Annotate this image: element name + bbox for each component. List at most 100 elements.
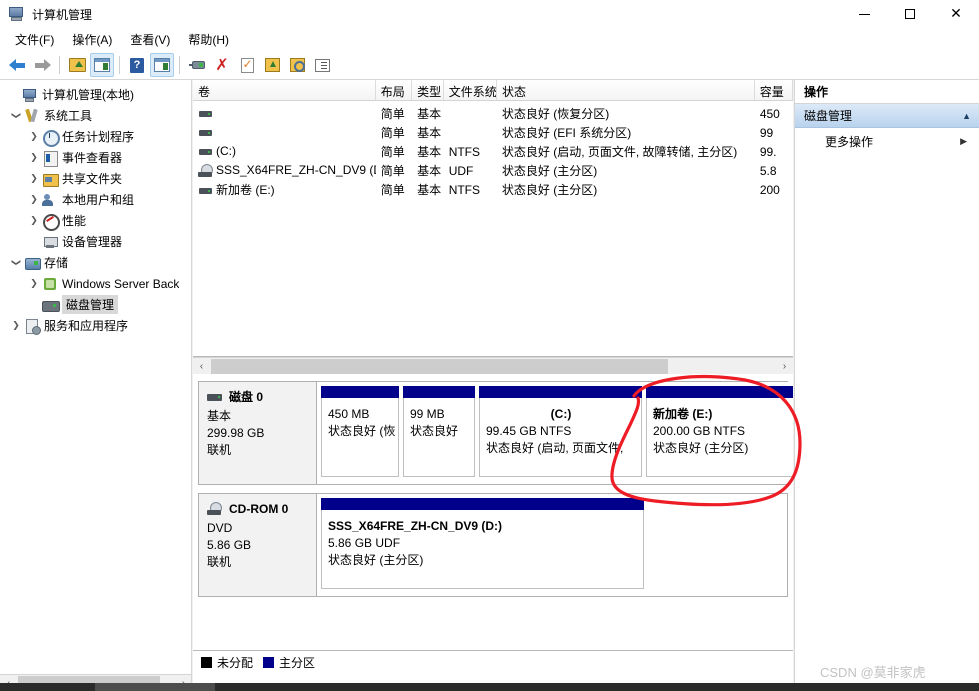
chevron-right-icon[interactable] xyxy=(26,215,42,226)
disk-row[interactable]: CD-ROM 0 DVD 5.86 GB 联机 SSS_X64FRE_ZH-CN… xyxy=(198,493,788,597)
partition-name: 新加卷 (E:) xyxy=(653,407,713,421)
connect-to-computer-icon[interactable] xyxy=(185,53,209,77)
chevron-down-icon[interactable] xyxy=(8,110,24,121)
cell-capacity: 450 xyxy=(759,106,780,121)
table-row[interactable]: SSS_X64FRE_ZH-CN_DV9 (D:) 简单 基本 UDF 状态良好… xyxy=(193,161,793,180)
scroll-track[interactable] xyxy=(210,358,776,374)
console-tree-panel: 计算机管理(本地) 系统工具 任务计划程序 事件查看器 xyxy=(0,80,192,691)
menu-help[interactable]: 帮助(H) xyxy=(179,28,238,51)
delete-icon[interactable]: ✗ xyxy=(210,53,234,77)
show-action-pane-icon[interactable] xyxy=(150,53,174,77)
disk-row[interactable]: 磁盘 0 基本 299.98 GB 联机 450 MB 状态良好 (恢 99 M… xyxy=(198,381,793,485)
menu-action[interactable]: 操作(A) xyxy=(63,28,121,51)
computer-management-icon xyxy=(9,6,25,22)
action-more-actions[interactable]: 更多操作 ▶ xyxy=(795,128,979,154)
tree-item-label: Windows Server Back xyxy=(62,276,180,291)
tree-item-task-scheduler[interactable]: 任务计划程序 xyxy=(0,126,191,147)
export-list-icon[interactable] xyxy=(260,53,284,77)
close-button[interactable]: ✕ xyxy=(933,0,979,28)
tree-item-services-applications[interactable]: 服务和应用程序 xyxy=(0,315,191,336)
partition-block[interactable]: (C:) 99.45 GB NTFS 状态良好 (启动, 页面文件, xyxy=(479,386,642,477)
partition-block-e-drive[interactable]: 新加卷 (E:) 200.00 GB NTFS 状态良好 (主分区) xyxy=(646,386,793,477)
table-row[interactable]: 简单 基本 状态良好 (EFI 系统分区) 99 xyxy=(193,123,793,142)
scroll-thumb[interactable] xyxy=(211,358,668,374)
chevron-right-icon[interactable] xyxy=(8,320,24,331)
column-header-filesystem[interactable]: 文件系统 xyxy=(443,80,497,100)
disk-title: CD-ROM 0 xyxy=(207,501,308,518)
tree-item-device-manager[interactable]: 设备管理器 xyxy=(0,231,191,252)
cell-status: 状态良好 (主分区) xyxy=(501,183,598,197)
tree-item-performance[interactable]: 性能 xyxy=(0,210,191,231)
cell-volume: (C:) xyxy=(216,144,236,159)
column-header-layout[interactable]: 布局 xyxy=(375,80,413,100)
chevron-up-icon[interactable]: ▲ xyxy=(962,111,971,121)
column-header-status[interactable]: 状态 xyxy=(496,80,755,100)
legend-swatch xyxy=(263,657,275,668)
partition-name: (C:) xyxy=(550,407,572,421)
menu-view[interactable]: 查看(V) xyxy=(121,28,179,51)
chevron-right-icon[interactable] xyxy=(26,278,42,289)
cell-layout: 简单 xyxy=(380,183,405,197)
chevron-down-icon[interactable] xyxy=(8,257,24,268)
action-label: 更多操作 xyxy=(825,134,874,149)
tree-item-computer-management[interactable]: 计算机管理(本地) xyxy=(0,84,191,105)
help-icon[interactable]: ? xyxy=(125,53,149,77)
chevron-right-icon[interactable] xyxy=(26,152,42,163)
computer-management-window: 计算机管理 ✕ 文件(F) 操作(A) 查看(V) 帮助(H) ? ✗ ✓ 计算… xyxy=(0,0,979,691)
table-row[interactable]: (C:) 简单 基本 NTFS 状态良好 (启动, 页面文件, 故障转储, 主分… xyxy=(193,142,793,161)
tree-item-local-users-groups[interactable]: 本地用户和组 xyxy=(0,189,191,210)
tree-item-disk-management[interactable]: 磁盘管理 xyxy=(0,294,191,315)
list-view-icon[interactable] xyxy=(310,53,334,77)
cell-status: 状态良好 (EFI 系统分区) xyxy=(501,126,632,140)
disk-info: CD-ROM 0 DVD 5.86 GB 联机 xyxy=(199,494,317,596)
show-hide-console-tree-icon[interactable] xyxy=(90,53,114,77)
volume-list-horizontal-scrollbar[interactable]: ‹ › xyxy=(193,357,793,374)
hdd-icon xyxy=(198,126,214,140)
disk-partitions: SSS_X64FRE_ZH-CN_DV9 (D:) 5.86 GB UDF 状态… xyxy=(317,494,787,596)
chevron-right-icon[interactable] xyxy=(26,194,42,205)
tree-item-storage[interactable]: 存储 xyxy=(0,252,191,273)
partition-size: 450 MB xyxy=(328,407,370,421)
column-header-capacity[interactable]: 容量 xyxy=(754,80,793,100)
column-header-volume[interactable]: 卷 xyxy=(193,80,376,100)
properties-icon[interactable] xyxy=(235,53,259,77)
system-tools-icon xyxy=(24,108,40,124)
chevron-right-icon[interactable] xyxy=(26,131,42,142)
partition-body: 新加卷 (E:) 200.00 GB NTFS 状态良好 (主分区) xyxy=(646,398,793,477)
disk-type: DVD xyxy=(207,521,233,535)
table-row[interactable]: 简单 基本 状态良好 (恢复分区) 450 xyxy=(193,104,793,123)
cell-capacity: 200 xyxy=(759,182,780,197)
cell-capacity: 99. xyxy=(759,144,777,159)
partition-block[interactable]: 99 MB 状态良好 xyxy=(403,386,475,477)
tree-item-shared-folders[interactable]: 共享文件夹 xyxy=(0,168,191,189)
maximize-button[interactable] xyxy=(887,0,933,28)
disk-size: 5.86 GB xyxy=(207,538,252,552)
tree-item-event-viewer[interactable]: 事件查看器 xyxy=(0,147,191,168)
chevron-right-icon[interactable] xyxy=(26,173,42,184)
performance-icon xyxy=(42,213,60,231)
actions-group-disk-management[interactable]: 磁盘管理 ▲ xyxy=(795,104,979,128)
partition-body: (C:) 99.45 GB NTFS 状态良好 (启动, 页面文件, xyxy=(479,398,642,477)
minimize-button[interactable] xyxy=(841,0,887,28)
folder-up-icon[interactable] xyxy=(65,53,89,77)
tree-item-system-tools[interactable]: 系统工具 xyxy=(0,105,191,126)
tree-item-label: 共享文件夹 xyxy=(62,172,123,186)
table-row[interactable]: 新加卷 (E:) 简单 基本 NTFS 状态良好 (主分区) 200 xyxy=(193,180,793,199)
back-arrow-icon[interactable] xyxy=(5,53,29,77)
partition-block[interactable]: SSS_X64FRE_ZH-CN_DV9 (D:) 5.86 GB UDF 状态… xyxy=(321,498,644,589)
toolbar-separator xyxy=(59,56,60,74)
menu-file[interactable]: 文件(F) xyxy=(6,28,63,51)
column-header-type[interactable]: 类型 xyxy=(412,80,444,100)
forward-arrow-icon[interactable] xyxy=(30,53,54,77)
partition-block[interactable]: 450 MB 状态良好 (恢 xyxy=(321,386,399,477)
tree-item-windows-server-backup[interactable]: Windows Server Back xyxy=(0,273,191,294)
hdd-icon xyxy=(198,107,214,121)
disk-name: CD-ROM 0 xyxy=(229,502,289,516)
window-controls: ✕ xyxy=(841,0,979,28)
search-icon[interactable] xyxy=(285,53,309,77)
scroll-left-button[interactable]: ‹ xyxy=(193,359,210,374)
cell-layout: 简单 xyxy=(380,164,405,178)
scroll-right-button[interactable]: › xyxy=(776,359,793,374)
disk-management-icon xyxy=(42,297,60,313)
legend-unallocated: 未分配 xyxy=(201,654,253,671)
